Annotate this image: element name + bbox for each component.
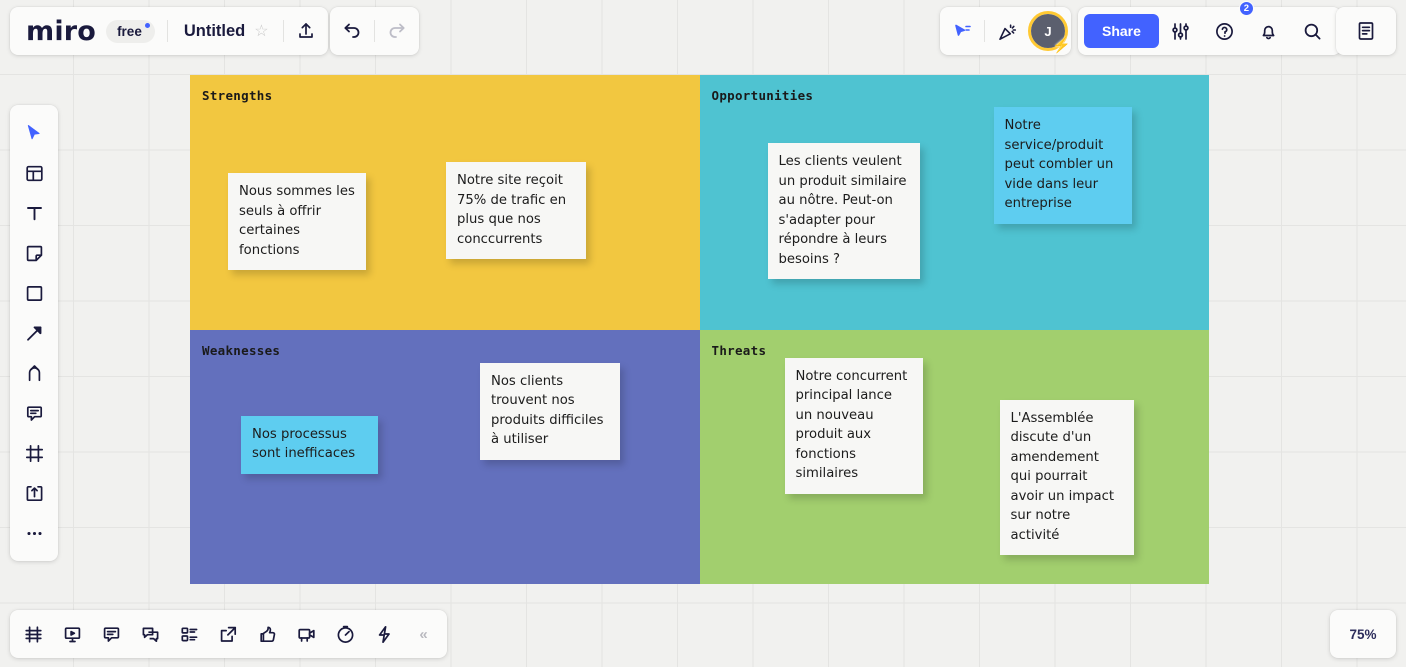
left-toolbar xyxy=(10,105,58,561)
document-title[interactable]: Untitled xyxy=(168,22,254,41)
frame-icon[interactable] xyxy=(14,433,54,473)
sticky-note[interactable]: Nos clients trouvent nos produits diffic… xyxy=(480,363,620,460)
chat-icon[interactable] xyxy=(131,614,170,654)
pen-icon[interactable] xyxy=(14,353,54,393)
help-circle-icon[interactable]: 2 xyxy=(1203,7,1247,55)
share-button[interactable]: Share xyxy=(1084,14,1159,48)
shapes-icon[interactable] xyxy=(14,273,54,313)
miro-board-app: Strengths Nous sommes les seuls à offrir… xyxy=(0,0,1406,667)
export-icon[interactable] xyxy=(209,614,248,654)
thumbs-up-icon[interactable] xyxy=(248,614,287,654)
sticky-note[interactable]: Nous sommes les seuls à offrir certaines… xyxy=(228,173,366,270)
quadrant-strengths[interactable]: Strengths Nous sommes les seuls à offrir… xyxy=(190,75,700,330)
notes-panel-icon[interactable] xyxy=(1344,7,1388,55)
cursor-share-icon[interactable] xyxy=(940,7,984,55)
favorite-star-icon[interactable]: ☆ xyxy=(254,21,282,41)
board-info-group: miro free Untitled ☆ xyxy=(10,7,328,55)
upload-icon[interactable] xyxy=(284,7,328,55)
help-badge: 2 xyxy=(1239,1,1254,16)
quadrant-title-threats: Threats xyxy=(712,343,767,358)
sticky-note[interactable]: L'Assemblée discute d'un amendement qui … xyxy=(1000,400,1134,556)
lightning-icon[interactable] xyxy=(365,614,404,654)
redo-icon[interactable] xyxy=(375,7,419,55)
avatar-bolt-icon: ⚡ xyxy=(1052,38,1071,53)
quadrant-weaknesses[interactable]: Weaknesses Nos processus sont inefficace… xyxy=(190,330,700,585)
quadrant-opportunities[interactable]: Opportunities Les clients veulent un pro… xyxy=(700,75,1210,330)
zoom-level-label: 75% xyxy=(1349,627,1376,642)
miro-logo[interactable]: miro xyxy=(10,18,106,45)
sticky-note[interactable]: Les clients veulent un produit similaire… xyxy=(768,143,920,279)
plan-badge[interactable]: free xyxy=(106,20,155,43)
avatar[interactable]: J ⚡ xyxy=(1031,14,1065,48)
connection-line-icon[interactable] xyxy=(14,313,54,353)
board-canvas[interactable]: Strengths Nous sommes les seuls à offrir… xyxy=(0,0,1406,667)
sticky-note[interactable]: Notre concurrent principal lance un nouv… xyxy=(785,358,923,494)
zoom-level-control[interactable]: 75% xyxy=(1330,610,1396,658)
presentation-icon[interactable] xyxy=(53,614,92,654)
celebrate-icon[interactable] xyxy=(985,7,1029,55)
quadrant-threats[interactable]: Threats Notre concurrent principal lance… xyxy=(700,330,1210,585)
history-group xyxy=(330,7,419,55)
quadrant-title-opportunities: Opportunities xyxy=(712,88,814,103)
text-icon[interactable] xyxy=(14,193,54,233)
undo-icon[interactable] xyxy=(330,7,374,55)
sliders-icon[interactable] xyxy=(1159,7,1203,55)
bell-icon[interactable] xyxy=(1247,7,1291,55)
notes-panel-group xyxy=(1336,7,1396,55)
sticky-note[interactable]: Notre service/produit peut combler un vi… xyxy=(994,107,1132,224)
search-icon[interactable] xyxy=(1291,7,1335,55)
quadrant-title-weaknesses: Weaknesses xyxy=(202,343,280,358)
cursor-select-icon[interactable] xyxy=(14,113,54,153)
bottom-toolbar: « xyxy=(10,610,447,658)
comments-icon[interactable] xyxy=(92,614,131,654)
frames-panel-icon[interactable] xyxy=(14,614,53,654)
plan-badge-label: free xyxy=(117,24,142,39)
sticky-note-icon[interactable] xyxy=(14,233,54,273)
timer-icon[interactable] xyxy=(326,614,365,654)
collapse-toolbar-button[interactable]: « xyxy=(404,614,443,654)
templates-icon[interactable] xyxy=(14,153,54,193)
upload-box-icon[interactable] xyxy=(14,473,54,513)
collaboration-group: J ⚡ xyxy=(940,7,1071,55)
sticky-note[interactable]: Nos processus sont inefficaces xyxy=(241,416,378,474)
video-camera-icon[interactable] xyxy=(287,614,326,654)
list-view-icon[interactable] xyxy=(170,614,209,654)
swot-frame[interactable]: Strengths Nous sommes les seuls à offrir… xyxy=(190,75,1209,584)
plan-badge-dot xyxy=(145,23,150,28)
quadrant-title-strengths: Strengths xyxy=(202,88,272,103)
share-utility-group: Share 2 xyxy=(1078,7,1341,55)
comment-icon[interactable] xyxy=(14,393,54,433)
more-dots-icon[interactable] xyxy=(14,513,54,553)
sticky-note[interactable]: Notre site reçoit 75% de trafic en plus … xyxy=(446,162,586,259)
